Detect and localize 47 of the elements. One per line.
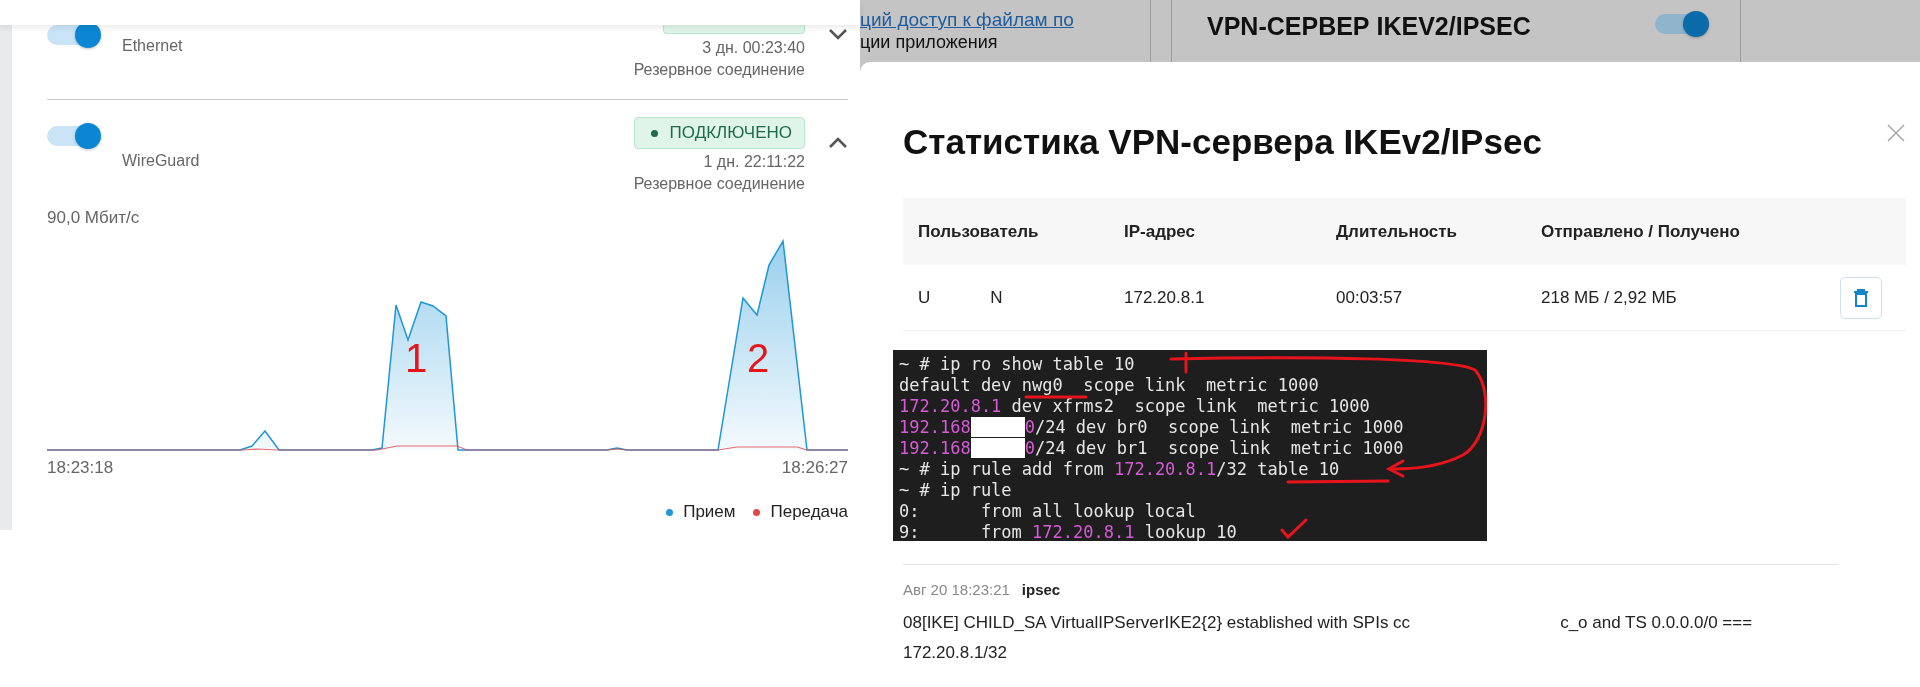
terminal-line: 172.20.8.1 dev xfrms2 scope link metric 1000 bbox=[899, 396, 1371, 417]
terminal-line: 0: from all lookup local bbox=[899, 501, 1197, 522]
column-header: IP-адрес bbox=[1124, 221, 1197, 242]
terminal-line: ~ # ip ro show table 10 bbox=[899, 354, 1136, 375]
legend-item: Передача bbox=[753, 502, 848, 522]
close-icon[interactable] bbox=[1886, 123, 1906, 143]
terminal-line: ~ # ip rule bbox=[899, 480, 1013, 501]
user-name-fragment: N bbox=[990, 287, 1003, 308]
text-link[interactable]: ций доступ к файлам по bbox=[860, 9, 1150, 31]
table-cell-text: 172.20.8.1 bbox=[1124, 287, 1206, 308]
connection-role: Резервное соединение bbox=[633, 174, 805, 194]
column-header: Длительность bbox=[1336, 221, 1459, 242]
dialog-title: Статистика VPN-сервера IKEv2/IPsec bbox=[903, 121, 1542, 163]
uptime-text: 1 дн. 22:11:22 bbox=[703, 152, 805, 172]
column-header: Пользователь bbox=[918, 221, 1040, 242]
card-title: VPN-СЕРВЕР IKEV2/IPSEC bbox=[1207, 12, 1532, 40]
terminal-line: 9: from 172.20.8.1 lookup 10 bbox=[899, 522, 1238, 541]
log-message: 08[IKE] CHILD_SA VirtualIPServerIKE2{2} established with SPIs cc bbox=[903, 612, 1411, 634]
terminal-line: 192.168 0/24 dev br0 scope link metric 1000 bbox=[899, 417, 1405, 438]
description-text: ции приложения bbox=[860, 31, 999, 53]
terminal-line: default dev nwg0 scope link metric 1000 bbox=[899, 375, 1320, 396]
chart-max-label: 90,0 Мбит/с bbox=[47, 208, 140, 228]
connection-name: WireGuard bbox=[122, 151, 200, 171]
annotation-number: 2 bbox=[747, 336, 770, 380]
connection-role: Резервное соединение bbox=[633, 60, 805, 80]
column-header: Отправлено / Получено bbox=[1541, 221, 1741, 242]
legend-item: Прием bbox=[666, 502, 736, 522]
trash-icon bbox=[1853, 287, 1869, 308]
log-time: Авг 20 18:23:21 bbox=[903, 580, 1010, 600]
connection-name: Ethernet bbox=[122, 36, 183, 56]
user-name-fragment: U bbox=[918, 287, 931, 308]
start-time: 18:23:18 bbox=[47, 458, 114, 478]
log-source: ipsec bbox=[1021, 580, 1061, 600]
delete-button[interactable] bbox=[1840, 276, 1882, 319]
chevron-icon[interactable] bbox=[828, 137, 848, 149]
chevron-icon[interactable] bbox=[828, 28, 848, 40]
status-badge: ПОДКЛЮЧЕНО bbox=[633, 117, 805, 149]
table-cell-text: 218 МБ / 2,92 МБ bbox=[1541, 287, 1678, 308]
log-message: c_o and TS 0.0.0.0/0 === bbox=[1560, 612, 1753, 634]
table-cell-text: 00:03:57 bbox=[1336, 287, 1404, 308]
log-message: 172.20.8.1/32 bbox=[903, 642, 1007, 664]
terminal-line: ~ # ip rule add from 172.20.8.1/32 table 10 bbox=[899, 459, 1341, 480]
annotation-number: 1 bbox=[405, 336, 428, 380]
uptime-text: 3 дн. 00:23:40 bbox=[702, 38, 805, 58]
terminal-line: 192.168 0/24 dev br1 scope link metric 1000 bbox=[899, 438, 1405, 459]
status-dot-icon bbox=[650, 129, 658, 137]
end-time: 18:26:27 bbox=[781, 458, 848, 478]
